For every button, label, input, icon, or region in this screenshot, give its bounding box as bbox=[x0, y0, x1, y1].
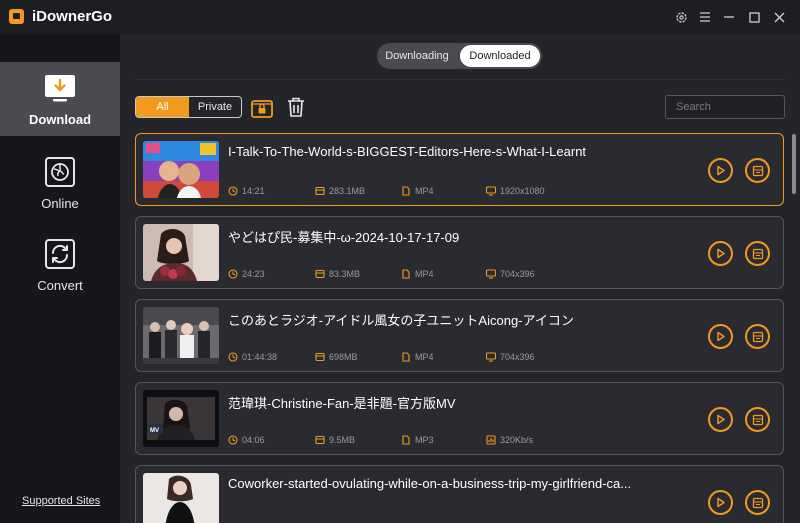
open-folder-button[interactable] bbox=[745, 324, 770, 349]
video-duration: 01:44:38 bbox=[228, 352, 277, 362]
open-folder-button[interactable] bbox=[745, 490, 770, 515]
play-icon bbox=[717, 497, 725, 508]
video-format: MP3 bbox=[401, 435, 434, 445]
supported-sites-link[interactable]: Supported Sites bbox=[22, 495, 100, 507]
play-icon bbox=[717, 331, 725, 342]
video-format: MP4 bbox=[401, 269, 434, 279]
file-format-icon bbox=[402, 186, 410, 196]
clock-icon bbox=[228, 186, 238, 196]
video-list-item[interactable]: やどはぴ民-募集中-ω-2024-10-17-17-09 24:23 83.3M… bbox=[135, 216, 784, 289]
video-title: Coworker-started-ovulating-while-on-a-bu… bbox=[228, 476, 632, 491]
video-format: MP4 bbox=[401, 352, 434, 362]
play-icon bbox=[717, 165, 725, 176]
video-duration: 04:06 bbox=[228, 435, 265, 445]
sidebar: Download Online Convert Supported Sites bbox=[0, 34, 120, 523]
play-button[interactable] bbox=[708, 158, 733, 183]
app-title: iDownerGo bbox=[32, 8, 113, 25]
sidebar-item-online[interactable]: Online bbox=[0, 146, 120, 220]
maximize-icon[interactable] bbox=[744, 7, 764, 27]
play-button[interactable] bbox=[708, 490, 733, 515]
minimize-icon[interactable] bbox=[719, 7, 739, 27]
file-size-icon bbox=[315, 186, 325, 196]
play-icon bbox=[717, 414, 725, 425]
video-title: このあとラジオ-アイドル風女の子ユニットAicong-アイコン bbox=[228, 313, 574, 328]
filter-private-button[interactable]: Private bbox=[189, 97, 241, 117]
video-thumbnail: MV bbox=[143, 390, 219, 447]
open-folder-button[interactable] bbox=[745, 158, 770, 183]
video-size: 283.1MB bbox=[315, 186, 365, 196]
app-logo-icon bbox=[9, 9, 24, 24]
menu-icon[interactable] bbox=[695, 7, 715, 27]
title-bar: iDownerGo bbox=[0, 0, 800, 34]
sidebar-item-convert[interactable]: Convert bbox=[0, 228, 120, 302]
video-quality: 320Kb/s bbox=[486, 435, 533, 445]
svg-text:MV: MV bbox=[150, 428, 159, 434]
monitor-icon bbox=[486, 269, 496, 279]
video-quality: 704x396 bbox=[486, 352, 535, 362]
folder-icon bbox=[752, 165, 763, 176]
video-size: 698MB bbox=[315, 352, 358, 362]
video-size: 9.5MB bbox=[315, 435, 355, 445]
filter-all-button[interactable]: All bbox=[136, 97, 189, 117]
video-list-item[interactable]: このあとラジオ-アイドル風女の子ユニットAicong-アイコン 01:44:38… bbox=[135, 299, 784, 372]
video-thumbnail bbox=[143, 141, 219, 198]
play-button[interactable] bbox=[708, 407, 733, 432]
play-button[interactable] bbox=[708, 324, 733, 349]
video-list-item[interactable]: MV 范瑋琪-Christine-Fan-是非題-官方版MV 04:06 9.5… bbox=[135, 382, 784, 455]
file-size-icon bbox=[315, 352, 325, 362]
sidebar-item-download[interactable]: Download bbox=[0, 62, 120, 136]
sidebar-item-label: Online bbox=[41, 196, 79, 211]
video-thumbnail bbox=[143, 224, 219, 281]
video-title: 范瑋琪-Christine-Fan-是非題-官方版MV bbox=[228, 396, 456, 411]
file-size-icon bbox=[315, 435, 325, 445]
video-thumbnail bbox=[143, 307, 219, 364]
folder-icon bbox=[752, 248, 763, 259]
open-folder-button[interactable] bbox=[745, 407, 770, 432]
download-icon bbox=[45, 75, 75, 102]
file-format-icon bbox=[402, 269, 410, 279]
video-list-item[interactable]: I-Talk-To-The-World-s-BIGGEST-Editors-He… bbox=[135, 133, 784, 206]
audio-bars-icon bbox=[486, 435, 496, 445]
clock-icon bbox=[228, 435, 238, 445]
file-format-icon bbox=[402, 435, 410, 445]
convert-icon bbox=[45, 239, 75, 269]
file-format-icon bbox=[402, 352, 410, 362]
monitor-icon bbox=[486, 352, 496, 362]
filter-toggle: All Private bbox=[135, 96, 242, 118]
video-duration: 14:21 bbox=[228, 186, 265, 196]
settings-icon[interactable] bbox=[671, 7, 691, 27]
video-quality: 704x396 bbox=[486, 269, 535, 279]
open-folder-button[interactable] bbox=[745, 241, 770, 266]
main-panel: Downloading Downloaded All Private Searc… bbox=[120, 34, 800, 523]
globe-icon bbox=[45, 157, 75, 187]
video-title: やどはぴ民-募集中-ω-2024-10-17-17-09 bbox=[228, 230, 460, 245]
search-input[interactable] bbox=[665, 95, 785, 119]
divider bbox=[135, 79, 785, 80]
video-size: 83.3MB bbox=[315, 269, 360, 279]
tab-downloaded[interactable]: Downloaded bbox=[460, 45, 540, 67]
tab-downloading[interactable]: Downloading bbox=[377, 43, 457, 69]
folder-icon bbox=[752, 414, 763, 425]
play-icon bbox=[717, 248, 725, 259]
folder-icon bbox=[752, 497, 763, 508]
list-scrollbar[interactable] bbox=[792, 134, 796, 194]
clock-icon bbox=[228, 352, 238, 362]
sidebar-item-label: Convert bbox=[37, 278, 83, 293]
file-size-icon bbox=[315, 269, 325, 279]
trash-icon[interactable] bbox=[286, 96, 306, 118]
video-thumbnail bbox=[143, 473, 219, 523]
clock-icon bbox=[228, 269, 238, 279]
lock-icon[interactable] bbox=[251, 95, 273, 119]
monitor-icon bbox=[486, 186, 496, 196]
video-list-item[interactable]: Coworker-started-ovulating-while-on-a-bu… bbox=[135, 465, 784, 523]
download-status-toggle: Downloading Downloaded bbox=[377, 43, 542, 69]
sidebar-item-label: Download bbox=[28, 112, 92, 127]
video-title: I-Talk-To-The-World-s-BIGGEST-Editors-He… bbox=[228, 144, 587, 159]
video-duration: 24:23 bbox=[228, 269, 265, 279]
close-icon[interactable] bbox=[769, 7, 789, 27]
folder-icon bbox=[752, 331, 763, 342]
video-format: MP4 bbox=[401, 186, 434, 196]
video-quality: 1920x1080 bbox=[486, 186, 545, 196]
play-button[interactable] bbox=[708, 241, 733, 266]
